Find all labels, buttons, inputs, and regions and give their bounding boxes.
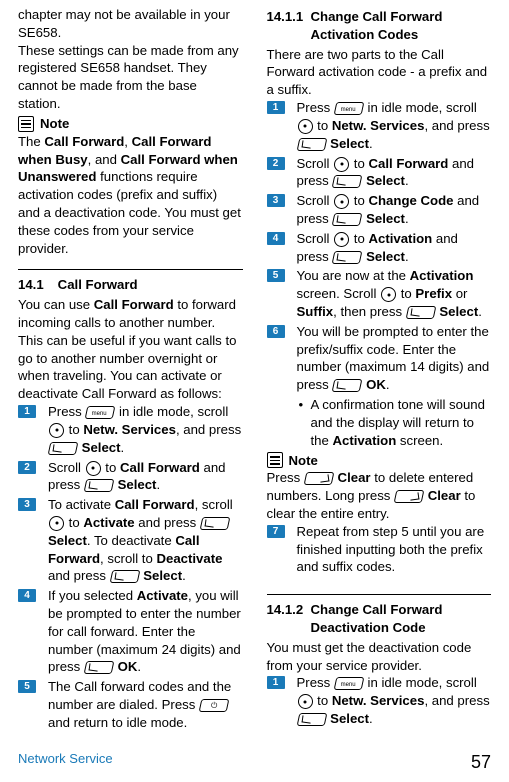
section-14-1-1-intro: There are two parts to the Call Forward … (267, 46, 492, 99)
nav-key-icon (334, 194, 349, 209)
note-label: Note (289, 452, 318, 470)
nav-key-icon (298, 119, 313, 134)
footer-section-name: Network Service (18, 750, 113, 774)
intro-paragraph-1: chapter may not be available in your SE6… (18, 6, 243, 42)
intro-paragraph-2: These settings can be made from any regi… (18, 42, 243, 113)
bullet-item: A confirmation tone will sound and the d… (311, 396, 492, 449)
section-14-1-1-heading: 14.1.1Change Call Forward Activation Cod… (267, 8, 492, 44)
step-2: Scroll to Call Forward and press Select. (18, 459, 243, 495)
menu-key-icon (333, 677, 364, 690)
note-icon (18, 116, 34, 132)
step-3: Scroll to Change Code and press Select. (267, 192, 492, 228)
soft-key-icon (84, 479, 115, 492)
soft-key-icon (332, 251, 363, 264)
page-number: 57 (471, 750, 491, 774)
page-footer: Network Service 57 (18, 750, 491, 774)
soft-key-icon (48, 442, 79, 455)
step-5: You are now at the Activation screen. Sc… (267, 267, 492, 320)
section-14-1-steps: Press in idle mode, scroll to Netw. Serv… (18, 403, 243, 732)
section-14-1-2-intro: You must get the deactivation code from … (267, 639, 492, 675)
soft-key-icon (296, 138, 327, 151)
nav-key-icon (381, 287, 396, 302)
menu-key-icon (85, 406, 116, 419)
section-divider (267, 594, 492, 595)
step-3: To activate Call Forward, scroll to Acti… (18, 496, 243, 585)
step-1: Press in idle mode, scroll to Netw. Serv… (267, 674, 492, 727)
nav-key-icon (49, 423, 64, 438)
section-14-1-intro: You can use Call Forward to forward inco… (18, 296, 243, 403)
page-body: chapter may not be available in your SE6… (0, 0, 509, 742)
soft-key-icon (332, 379, 363, 392)
step-2: Scroll to Call Forward and press Select. (267, 155, 492, 191)
soft-key-icon (200, 517, 231, 530)
soft-key-icon (332, 175, 363, 188)
soft-key-icon (332, 213, 363, 226)
nav-key-icon (298, 694, 313, 709)
soft-key-icon (296, 713, 327, 726)
step-7: Repeat from step 5 until you are finishe… (267, 523, 492, 576)
nav-key-icon (334, 157, 349, 172)
section-14-1-1-steps: Press in idle mode, scroll to Netw. Serv… (267, 99, 492, 449)
note-heading: Note (267, 452, 492, 470)
nav-key-icon (49, 516, 64, 531)
note-body: The Call Forward, Call Forward when Busy… (18, 133, 243, 258)
section-14-1-2-steps: Press in idle mode, scroll to Netw. Serv… (267, 674, 492, 727)
section-divider (18, 269, 243, 270)
step-4: Scroll to Activation and press Select. (267, 230, 492, 266)
note-heading: Note (18, 115, 243, 133)
nav-key-icon (334, 232, 349, 247)
step-5: The Call forward codes and the number ar… (18, 678, 243, 731)
left-column: chapter may not be available in your SE6… (18, 6, 243, 742)
menu-key-icon (333, 102, 364, 115)
step-1: Press in idle mode, scroll to Netw. Serv… (18, 403, 243, 456)
section-14-1-1-steps-cont: Repeat from step 5 until you are finishe… (267, 523, 492, 576)
note-icon (267, 452, 283, 468)
step-1: Press in idle mode, scroll to Netw. Serv… (267, 99, 492, 152)
bullet-list: A confirmation tone will sound and the d… (297, 396, 492, 449)
soft-key-right-icon (394, 490, 425, 503)
end-key-icon (199, 699, 230, 712)
nav-key-icon (86, 461, 101, 476)
section-14-1-heading: 14.1 Call Forward (18, 276, 243, 294)
right-column: 14.1.1Change Call Forward Activation Cod… (267, 6, 492, 742)
soft-key-icon (109, 570, 140, 583)
step-4: If you selected Activate, you will be pr… (18, 587, 243, 676)
soft-key-icon (405, 306, 436, 319)
note-body: Press Clear to delete entered numbers. L… (267, 469, 492, 522)
note-label: Note (40, 115, 69, 133)
step-6: You will be prompted to enter the prefix… (267, 323, 492, 450)
soft-key-right-icon (303, 472, 334, 485)
section-14-1-2-heading: 14.1.2Change Call Forward Deactivation C… (267, 601, 492, 637)
soft-key-icon (84, 661, 115, 674)
